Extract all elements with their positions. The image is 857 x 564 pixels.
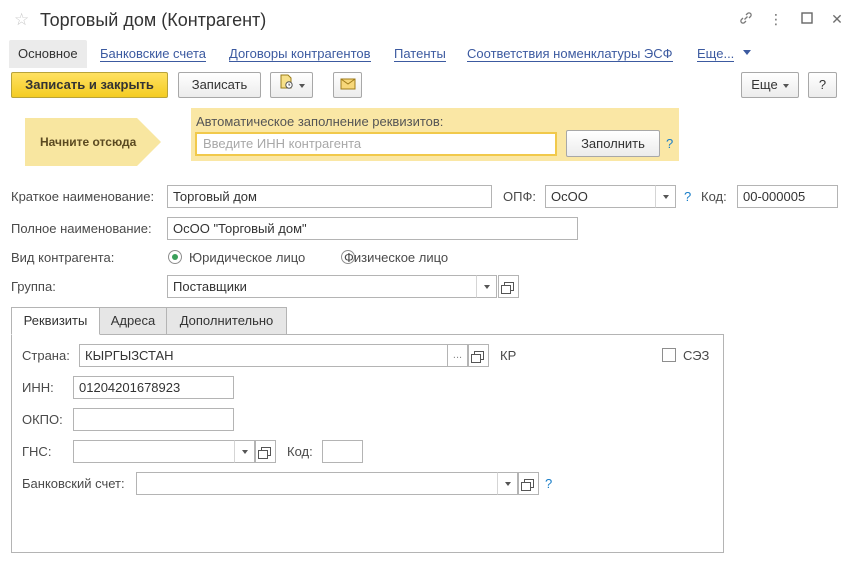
- inn-label: ИНН:: [22, 380, 54, 395]
- nav-link-bank-accounts[interactable]: Банковские счета: [100, 40, 207, 62]
- open-icon: [520, 479, 534, 491]
- star-icon[interactable]: ☆: [14, 11, 32, 29]
- envelope-icon: [340, 74, 356, 98]
- tab-requisites[interactable]: Реквизиты: [11, 307, 100, 335]
- open-icon: [470, 351, 484, 363]
- group-dropdown-button[interactable]: [476, 275, 497, 298]
- start-here-hint: Начните отсюда: [25, 118, 161, 166]
- gns-dropdown-button[interactable]: [234, 440, 255, 463]
- link-icon[interactable]: [737, 10, 755, 28]
- bank-account-open-button[interactable]: [518, 472, 539, 495]
- bank-account-dropdown-button[interactable]: [497, 472, 518, 495]
- group-field[interactable]: Поставщики: [167, 275, 478, 298]
- gns-open-button[interactable]: [255, 440, 276, 463]
- sez-checkbox[interactable]: [662, 348, 676, 362]
- gns-label: ГНС:: [22, 444, 52, 459]
- tab-addresses[interactable]: Адреса: [99, 307, 167, 335]
- code-label: Код:: [701, 189, 727, 204]
- chevron-down-icon: [782, 83, 789, 88]
- nav-tab-main[interactable]: Основное: [9, 40, 87, 68]
- fill-button[interactable]: Заполнить: [566, 130, 660, 157]
- legal-entity-label[interactable]: Юридическое лицо: [189, 250, 305, 266]
- gns-code-field[interactable]: [322, 440, 363, 463]
- short-name-label: Краткое наименование:: [11, 189, 155, 204]
- chevron-down-icon: [299, 83, 305, 88]
- open-icon: [500, 282, 514, 294]
- opf-field[interactable]: ОсОО: [545, 185, 657, 208]
- chevron-down-icon: [504, 481, 511, 486]
- autofill-label: Автоматическое заполнение реквизитов:: [196, 114, 444, 129]
- sez-label[interactable]: СЭЗ: [683, 348, 709, 364]
- legal-entity-radio[interactable]: [168, 250, 182, 264]
- country-label: Страна:: [22, 348, 70, 363]
- nav-link-patents[interactable]: Патенты: [394, 40, 446, 62]
- chevron-down-icon[interactable]: [743, 50, 751, 55]
- country-code: КР: [500, 348, 517, 363]
- gns-code-label: Код:: [287, 444, 313, 459]
- bank-account-help-icon[interactable]: ?: [545, 476, 552, 491]
- chevron-down-icon: [662, 194, 669, 199]
- full-name-field[interactable]: ОсОО "Торговый дом": [167, 217, 578, 240]
- save-button[interactable]: Записать: [178, 72, 261, 98]
- nav-link-contracts[interactable]: Договоры контрагентов: [229, 40, 371, 62]
- individual-label[interactable]: Физическое лицо: [344, 250, 448, 266]
- bank-account-field[interactable]: [136, 472, 499, 495]
- create-based-on-button[interactable]: [270, 72, 313, 98]
- full-name-label: Полное наименование:: [11, 221, 152, 236]
- nav-link-esf-mapping[interactable]: Соответствия номенклатуры ЭСФ: [467, 40, 673, 62]
- save-and-close-button[interactable]: Записать и закрыть: [11, 72, 168, 98]
- country-select-button[interactable]: ...: [447, 344, 468, 367]
- gns-field[interactable]: [73, 440, 236, 463]
- chevron-down-icon: [483, 284, 490, 289]
- counterparty-type-label: Вид контрагента:: [11, 250, 115, 265]
- maximize-icon[interactable]: [798, 10, 816, 28]
- opf-label: ОПФ:: [503, 189, 536, 204]
- window-title: Торговый дом (Контрагент): [40, 10, 267, 30]
- country-field[interactable]: КЫРГЫЗСТАН: [79, 344, 448, 367]
- tab-additional[interactable]: Дополнительно: [166, 307, 287, 335]
- opf-help-icon[interactable]: ?: [684, 189, 691, 204]
- more-menu-button[interactable]: Еще: [741, 72, 799, 98]
- email-button[interactable]: [333, 72, 362, 98]
- help-button[interactable]: ?: [808, 72, 837, 98]
- country-open-button[interactable]: [468, 344, 489, 367]
- bank-account-label: Банковский счет:: [22, 476, 125, 491]
- inn-search-input[interactable]: Введите ИНН контрагента: [195, 132, 557, 156]
- more-menu-label: Еще: [751, 77, 778, 92]
- autofill-help-icon[interactable]: ?: [666, 136, 673, 151]
- nav-link-more[interactable]: Еще...: [697, 40, 735, 62]
- inn-field[interactable]: 01204201678923: [73, 376, 234, 399]
- more-icon[interactable]: ⋮: [767, 10, 785, 28]
- code-field[interactable]: 00-000005: [737, 185, 838, 208]
- okpo-field[interactable]: [73, 408, 234, 431]
- group-open-button[interactable]: [498, 275, 519, 298]
- short-name-field[interactable]: Торговый дом: [167, 185, 492, 208]
- document-clock-icon: [278, 74, 294, 98]
- chevron-down-icon: [241, 449, 248, 454]
- opf-dropdown-button[interactable]: [655, 185, 676, 208]
- close-icon[interactable]: ✕: [828, 10, 846, 28]
- okpo-label: ОКПО:: [22, 412, 63, 427]
- open-icon: [257, 447, 271, 459]
- group-label: Группа:: [11, 279, 56, 294]
